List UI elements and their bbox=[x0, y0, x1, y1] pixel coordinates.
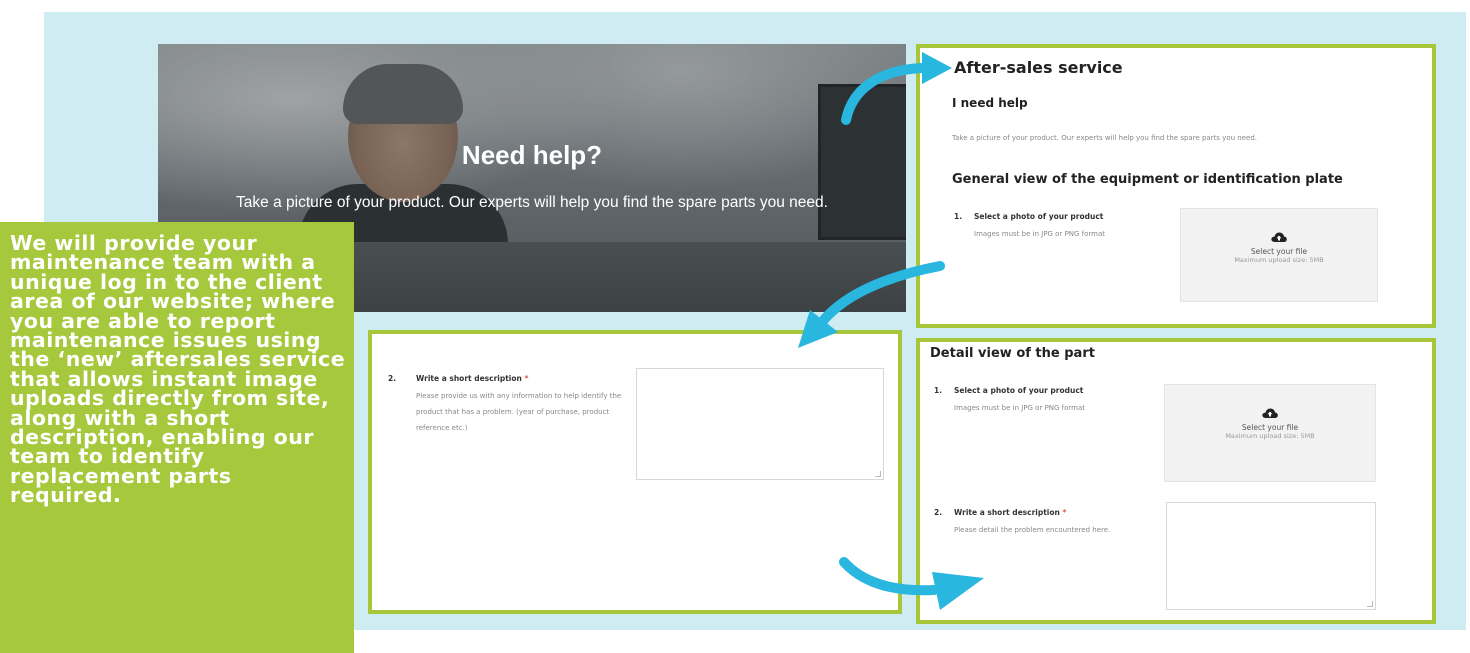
callout-text: We will provide your maintenance team wi… bbox=[10, 231, 346, 508]
upload-label: Select your file bbox=[1241, 423, 1299, 432]
arrow-to-description-panel-icon bbox=[798, 261, 945, 348]
upload-limit: Maximum upload size: 5MB bbox=[1234, 256, 1324, 264]
section-heading: General view of the equipment or identif… bbox=[952, 172, 1343, 187]
upload-label: Select your file bbox=[1250, 247, 1308, 256]
file-upload-dropzone[interactable]: Select your file Maximum upload size: 5M… bbox=[1180, 208, 1378, 302]
intro-text: Take a picture of your product. Our expe… bbox=[952, 134, 1257, 142]
step-number: 1. bbox=[954, 212, 963, 221]
upload-limit: Maximum upload size: 5MB bbox=[1225, 432, 1315, 440]
step-label: Write a short description * bbox=[954, 508, 1067, 517]
description-textarea[interactable] bbox=[1166, 502, 1376, 610]
arrow-to-detail-panel-icon bbox=[839, 557, 984, 610]
step-label: Select a photo of your product bbox=[974, 212, 1104, 221]
page-title: After-sales service bbox=[954, 58, 1123, 77]
description-panel: 2. Write a short description * Please pr… bbox=[368, 330, 902, 614]
step-hint: Images must be in JPG or PNG format bbox=[974, 230, 1106, 238]
hero-title: Need help? bbox=[461, 140, 603, 170]
info-callout: We will provide your maintenance team wi… bbox=[0, 222, 354, 653]
step-number: 2. bbox=[388, 374, 397, 383]
section-heading: Detail view of the part bbox=[930, 346, 1095, 361]
after-sales-panel: After-sales service I need help Take a p… bbox=[916, 44, 1436, 328]
step-hint: Images must be in JPG or PNG format bbox=[954, 404, 1086, 412]
step-number: 1. bbox=[934, 386, 943, 395]
step-number: 2. bbox=[934, 508, 943, 517]
section-subtitle: I need help bbox=[952, 96, 1028, 110]
step-hint: Please provide us with any information t… bbox=[416, 392, 622, 432]
step-label: Select a photo of your product bbox=[954, 386, 1084, 395]
description-textarea[interactable] bbox=[636, 368, 884, 480]
cloud-upload-icon bbox=[1271, 232, 1287, 242]
cloud-upload-icon bbox=[1262, 408, 1278, 418]
arrow-to-top-panel-icon bbox=[841, 52, 952, 125]
file-upload-dropzone[interactable]: Select your file Maximum upload size: 5M… bbox=[1164, 384, 1376, 482]
hero-subtitle: Take a picture of your product. Our expe… bbox=[236, 194, 828, 211]
detail-view-panel: Detail view of the part 1. Select a phot… bbox=[916, 338, 1436, 624]
step-hint: Please detail the problem encountered he… bbox=[954, 526, 1111, 534]
step-label: Write a short description * bbox=[416, 374, 529, 383]
